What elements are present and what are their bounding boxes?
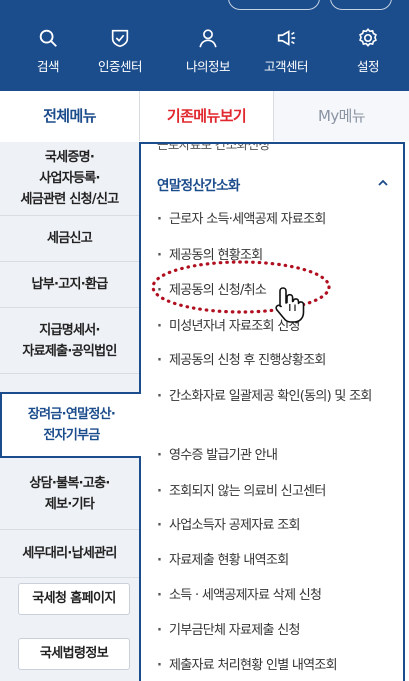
submenu-item-submission-history[interactable]: 자료제출 현황 내역조회 [157, 549, 389, 572]
menu-tabs: 전체메뉴 기존메뉴보기 My메뉴 [0, 91, 409, 141]
category-tax-filing[interactable]: 세금신고 [0, 216, 139, 262]
header-myinfo-label: 나의정보 [185, 59, 231, 74]
gear-icon [359, 28, 377, 47]
person-icon [199, 29, 217, 48]
header-search-label: 검색 [36, 59, 60, 74]
header-customer-center-button[interactable]: 고객센터 [246, 27, 326, 79]
header-customer-center-label: 고객센터 [263, 59, 309, 74]
header-search-button[interactable]: 검색 [8, 27, 88, 79]
category-tax-agent[interactable]: 세무대리·납세관리 [0, 530, 139, 578]
chevron-up-icon[interactable] [377, 177, 389, 189]
category-certificate-registration[interactable]: 국세증명· 사업자등록· 세금관련 신청/신고 [0, 142, 139, 216]
submenu-item-deduction-delete-request[interactable]: 소득 · 세액공제자료 삭제 신청 [157, 584, 389, 607]
category-consultation-appeal[interactable]: 상담·불복·고충· 제보·기타 [0, 458, 139, 530]
category-payment-refund[interactable]: 납부·고지·환급 [0, 262, 139, 308]
submenu-item-medical-expense-report[interactable]: 조회되지 않는 의료비 신고센터 [157, 480, 389, 503]
header-nav: 검색 인증센터 나의정보 고객센터 설정 [0, 27, 409, 79]
hand-pointer-icon [275, 287, 305, 323]
tab-all-menu[interactable]: 전체메뉴 [0, 91, 139, 141]
shield-check-icon [111, 29, 129, 48]
submenu-item-cut[interactable]: 근로자료보 간소화신청 [157, 144, 270, 153]
submenu-panel: 근로자료보 간소화신청 연말정산간소화 근로자 소득·세액공제 자료조회 제공동… [139, 142, 405, 681]
category-incentive-year-end-settlement[interactable]: 장려금·연말정산· 전자기부금 [0, 392, 141, 458]
submenu-item-consent-status[interactable]: 제공동의 현황조회 [157, 244, 389, 267]
tax-law-info-button[interactable]: 국세법령정보 [18, 638, 130, 670]
category-statements-submission[interactable]: 지급명세서· 자료제출·공익법인 [0, 308, 139, 374]
submenu-item-donation-org-submit[interactable]: 기부금단체 자료제출 신청 [157, 619, 389, 642]
submenu-item-receipt-issuer-guide[interactable]: 영수증 발급기관 안내 [157, 444, 389, 467]
submenu-item-income-deduction-lookup[interactable]: 근로자 소득·세액공제 자료조회 [157, 208, 389, 231]
tab-my-menu[interactable]: My메뉴 [274, 91, 409, 141]
signup-pill-button[interactable] [330, 0, 392, 10]
header-certificate-button[interactable]: 인증센터 [80, 27, 160, 79]
header-settings-label: 설정 [356, 59, 380, 74]
megaphone-icon [277, 30, 296, 46]
top-header: 검색 인증센터 나의정보 고객센터 설정 [0, 0, 409, 91]
nts-homepage-button[interactable]: 국세청 홈페이지 [18, 583, 130, 615]
submenu-item-business-income-lookup[interactable]: 사업소득자 공제자료 조회 [157, 514, 389, 537]
header-settings-button[interactable]: 설정 [328, 27, 408, 79]
category-sidebar: 국세증명· 사업자등록· 세금관련 신청/신고 세금신고 납부·고지·환급 지급… [0, 142, 141, 681]
header-myinfo-button[interactable]: 나의정보 [168, 27, 248, 79]
header-certificate-label: 인증센터 [97, 59, 143, 74]
section-title-year-end-simplified[interactable]: 연말정산간소화 [157, 174, 240, 194]
submenu-item-consent-progress[interactable]: 제공동의 신청 후 진행상황조회 [157, 349, 389, 372]
search-icon [39, 29, 57, 47]
login-pill-button[interactable] [228, 0, 320, 10]
submenu-item-bulk-provision-consent[interactable]: 간소화자료 일괄제공 확인(동의) 및 조회 [157, 385, 389, 408]
submenu-item-processing-status[interactable]: 제출자료 처리현황 인별 내역조회 [157, 654, 389, 677]
tab-classic-menu[interactable]: 기존메뉴보기 [139, 91, 274, 141]
